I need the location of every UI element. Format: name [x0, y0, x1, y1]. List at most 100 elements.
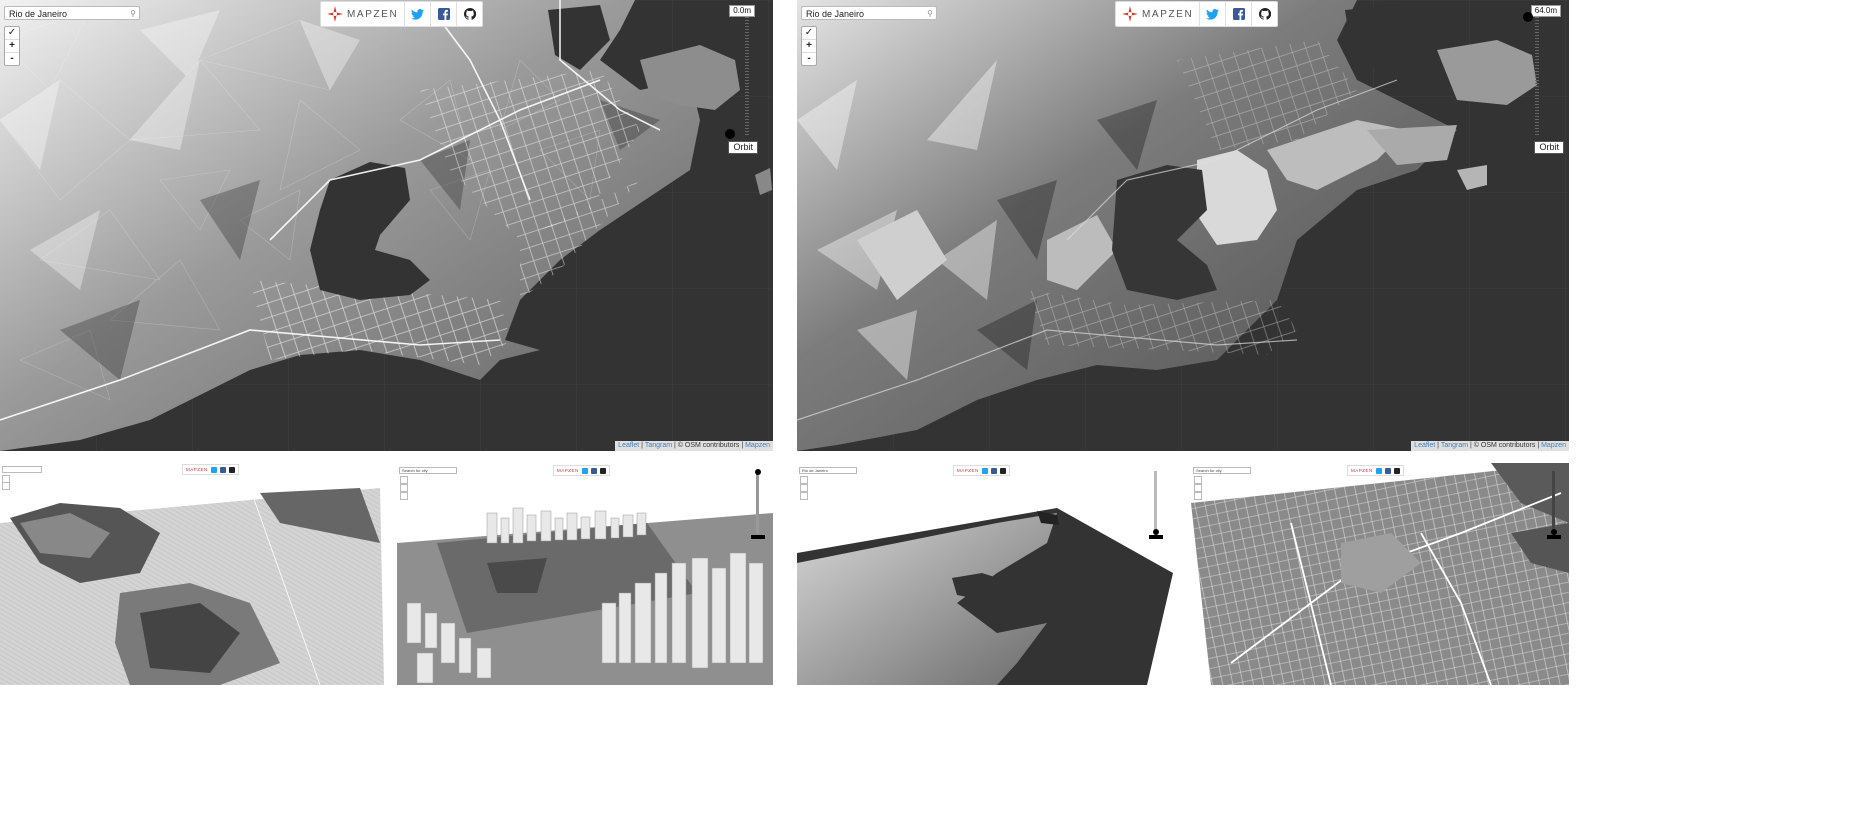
map-panel-rio-extruded[interactable]: Rio de Janeiro ⚲ ✓ + - MAPZEN 64.0m Orbi… — [797, 0, 1569, 451]
zoom-in-button[interactable]: + — [802, 40, 816, 53]
brand-name: MAPZEN — [957, 468, 979, 473]
map-panel-rio-flat[interactable]: Rio de Janeiro ⚲ ✓ + - MAPZEN 0.0m Orbit… — [0, 0, 773, 451]
brand-name: MAPZEN — [557, 468, 579, 473]
brand-bar: MAPZEN — [553, 465, 610, 476]
facebook-icon[interactable] — [590, 467, 597, 474]
toggle-check-button[interactable] — [400, 476, 408, 484]
terrain-map-view[interactable] — [0, 0, 773, 451]
facebook-button[interactable] — [1225, 1, 1251, 27]
orbit-button[interactable] — [1149, 535, 1163, 539]
brand-bar: MAPZEN — [1347, 465, 1404, 476]
height-slider-track[interactable] — [1552, 471, 1555, 533]
facebook-icon — [1232, 8, 1245, 20]
toggle-check-button[interactable] — [800, 476, 808, 484]
toggle-check-button[interactable]: ✓ — [802, 27, 816, 40]
twitter-icon[interactable] — [981, 467, 988, 474]
leaflet-link[interactable]: Leaflet — [618, 442, 639, 449]
thumbnail-bay-terrain[interactable]: MAPZEN — [0, 463, 384, 685]
twitter-button[interactable] — [1199, 1, 1225, 27]
terrain-map-view[interactable] — [797, 463, 1173, 685]
mapzen-compass-icon — [1122, 6, 1138, 22]
twitter-icon[interactable] — [581, 467, 588, 474]
terrain-map-view[interactable] — [797, 0, 1569, 451]
orbit-button[interactable]: Orbit — [1534, 141, 1564, 154]
zoom-out-button[interactable] — [400, 492, 408, 500]
terrain-map-view[interactable] — [0, 463, 384, 685]
city-search-input[interactable] — [2, 466, 42, 473]
mapzen-link[interactable]: Mapzen — [745, 442, 770, 449]
zoom-out-button[interactable] — [1194, 492, 1202, 500]
street-map-view[interactable] — [1191, 463, 1569, 685]
zoom-in-button[interactable] — [400, 484, 408, 492]
facebook-button[interactable] — [430, 1, 456, 27]
orbit-button[interactable] — [751, 535, 765, 539]
height-slider-track[interactable] — [1154, 471, 1157, 533]
mapzen-logo[interactable]: MAPZEN — [321, 6, 404, 22]
height-slider-handle[interactable] — [725, 129, 735, 139]
zoom-in-button[interactable]: + — [5, 40, 19, 53]
map-controls: ✓ + - — [801, 26, 817, 66]
thumbnail-rio-tilted[interactable]: Rio de Janeiro MAPZEN — [797, 463, 1173, 685]
github-icon — [463, 8, 476, 20]
leaflet-link[interactable]: Leaflet — [1414, 442, 1435, 449]
toggle-check-button[interactable]: ✓ — [5, 27, 19, 40]
city-search-input[interactable]: Rio de Janeiro ⚲ — [801, 6, 937, 20]
github-button[interactable] — [456, 1, 482, 27]
facebook-icon[interactable] — [990, 467, 997, 474]
height-value: 64.0m — [1530, 5, 1561, 17]
tangram-link[interactable]: Tangram — [645, 442, 672, 449]
osm-credit: © OSM contributors — [677, 442, 740, 449]
zoom-out-button[interactable]: - — [5, 53, 19, 65]
search-icon[interactable]: ⚲ — [927, 7, 933, 21]
zoom-out-button[interactable] — [800, 492, 808, 500]
brand-name: MAPZEN — [186, 467, 208, 472]
tangram-link[interactable]: Tangram — [1441, 442, 1468, 449]
brand-bar: MAPZEN — [320, 1, 484, 27]
thumbnail-city-buildings[interactable]: Search for city MAPZEN — [397, 463, 773, 685]
github-icon[interactable] — [1393, 467, 1400, 474]
map-attribution: Leaflet | Tangram | © OSM contributors |… — [1411, 441, 1569, 451]
check-icon: ✓ — [7, 27, 17, 38]
search-value: Rio de Janeiro — [9, 9, 68, 19]
height-slider-handle[interactable] — [755, 469, 761, 475]
buildings-map-view[interactable] — [397, 463, 773, 685]
height-slider-handle[interactable] — [1523, 12, 1533, 22]
orbit-button[interactable] — [1547, 535, 1561, 539]
map-controls: ✓ + - — [4, 26, 20, 66]
city-search-input[interactable]: Search for city — [1193, 467, 1251, 474]
zoom-out-button[interactable]: - — [802, 53, 816, 65]
toggle-check-button[interactable] — [1194, 476, 1202, 484]
city-search-input[interactable]: Search for city — [399, 467, 457, 474]
facebook-icon[interactable] — [1384, 467, 1391, 474]
brand-bar: MAPZEN — [182, 464, 239, 475]
thumbnail-sf-streets[interactable]: Search for city MAPZEN — [1191, 463, 1569, 685]
github-icon[interactable] — [228, 466, 235, 473]
height-slider-track[interactable] — [756, 471, 759, 533]
brand-name: MAPZEN — [1142, 8, 1194, 20]
twitter-icon — [411, 8, 425, 20]
city-search-input[interactable]: Rio de Janeiro — [799, 467, 857, 474]
height-slider-track[interactable] — [1535, 17, 1539, 135]
search-icon[interactable]: ⚲ — [130, 7, 136, 21]
orbit-button[interactable]: Orbit — [728, 141, 758, 154]
mapzen-compass-icon — [327, 6, 343, 22]
twitter-icon[interactable] — [1375, 467, 1382, 474]
facebook-icon[interactable] — [219, 466, 226, 473]
github-button[interactable] — [1251, 1, 1277, 27]
mapzen-link[interactable]: Mapzen — [1541, 442, 1566, 449]
brand-name: MAPZEN — [1351, 468, 1373, 473]
check-icon: ✓ — [804, 27, 814, 38]
brand-bar: MAPZEN — [1115, 1, 1279, 27]
map-attribution: Leaflet | Tangram | © OSM contributors |… — [615, 441, 773, 451]
twitter-icon[interactable] — [210, 466, 217, 473]
zoom-in-button[interactable] — [2, 482, 10, 490]
twitter-button[interactable] — [404, 1, 430, 27]
facebook-icon — [437, 8, 450, 20]
github-icon[interactable] — [999, 467, 1006, 474]
zoom-in-button[interactable] — [1194, 484, 1202, 492]
height-slider-track[interactable] — [745, 17, 749, 135]
zoom-in-button[interactable] — [800, 484, 808, 492]
city-search-input[interactable]: Rio de Janeiro ⚲ — [4, 6, 140, 20]
mapzen-logo[interactable]: MAPZEN — [1116, 6, 1199, 22]
github-icon[interactable] — [599, 467, 606, 474]
